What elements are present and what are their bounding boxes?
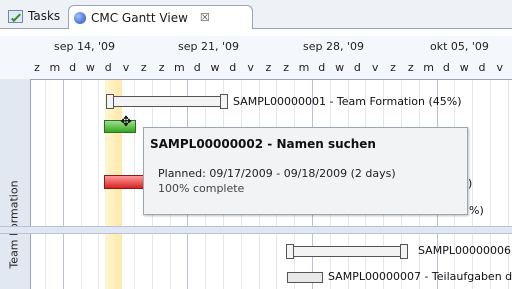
day-letter: w bbox=[85, 61, 95, 74]
week-label: sep 28, '09 bbox=[303, 40, 364, 53]
day-letter: z bbox=[283, 61, 290, 74]
gantt-view-icon bbox=[74, 11, 86, 24]
day-letter: w bbox=[210, 61, 220, 74]
day-letter: v bbox=[122, 61, 130, 74]
day-letter: m bbox=[298, 61, 310, 74]
day-letter: d bbox=[104, 61, 112, 74]
day-letter: z bbox=[265, 61, 272, 74]
day-letter: d bbox=[69, 61, 77, 74]
week-label: sep 14, '09 bbox=[54, 40, 115, 53]
tasks-icon bbox=[8, 9, 23, 23]
day-letter: d bbox=[478, 61, 486, 74]
task-label: SAMPL00000006 - bbox=[418, 244, 512, 257]
tooltip-complete: 100% complete bbox=[158, 182, 245, 195]
week-label: sep 21, '09 bbox=[178, 40, 239, 53]
day-letter: d bbox=[353, 61, 361, 74]
group-column: Team Formation bbox=[0, 79, 31, 289]
week-label: okt 05, '09 bbox=[430, 40, 489, 53]
day-letter: v bbox=[496, 61, 504, 74]
day-letter: d bbox=[442, 61, 450, 74]
day-letter: d bbox=[193, 61, 201, 74]
day-letter: z bbox=[390, 61, 396, 74]
summary-task-bar[interactable] bbox=[106, 94, 228, 109]
task-bar[interactable] bbox=[287, 272, 323, 283]
day-letter: m bbox=[423, 61, 434, 74]
tab-tasks[interactable]: Tasks bbox=[4, 5, 66, 27]
tab-tasks-label: Tasks bbox=[28, 9, 61, 23]
day-letter: m bbox=[49, 61, 61, 74]
day-letter: z bbox=[140, 61, 147, 74]
tab-gantt-label: CMC Gantt View bbox=[91, 10, 188, 25]
group-separator bbox=[0, 226, 512, 234]
task-label: SAMPL00000001 - Team Formation (45%) bbox=[233, 95, 462, 108]
tab-cmc-gantt-view[interactable]: CMC Gantt View ☒ bbox=[68, 5, 253, 29]
close-tab-icon[interactable]: ☒ bbox=[200, 11, 210, 24]
task-label: SAMPL00000007 - Teilaufgaben de bbox=[328, 270, 512, 283]
tooltip-planned: Planned: 09/17/2009 - 09/18/2009 (2 days… bbox=[158, 167, 396, 180]
group-label-team-formation[interactable]: Team Formation bbox=[2, 164, 26, 284]
day-letter: v bbox=[371, 61, 379, 74]
calendar-week-header: sep 14, '09 sep 21, '09 sep 28, '09 okt … bbox=[0, 36, 512, 59]
tooltip-title: SAMPL00000002 - Namen suchen bbox=[150, 137, 376, 151]
day-letter: z bbox=[34, 61, 40, 74]
calendar-day-header: zmdwdvzzmdwdvzzmdwdvzzmdwdv bbox=[0, 58, 512, 80]
summary-task-bar[interactable] bbox=[286, 244, 408, 259]
task-label-partial: ) bbox=[468, 177, 473, 190]
day-letter: d bbox=[318, 61, 326, 74]
day-letter: w bbox=[335, 61, 345, 74]
day-letter: m bbox=[174, 61, 185, 74]
editor-tab-strip: Tasks CMC Gantt View ☒ bbox=[0, 0, 512, 29]
day-letter: v bbox=[247, 61, 254, 74]
move-cursor-icon: ✥ bbox=[120, 114, 132, 130]
day-letter: z bbox=[407, 61, 414, 74]
day-letter: z bbox=[158, 61, 165, 74]
day-letter: w bbox=[459, 61, 469, 74]
day-letter: d bbox=[229, 61, 237, 74]
task-tooltip: SAMPL00000002 - Namen suchen Planned: 09… bbox=[143, 127, 468, 215]
